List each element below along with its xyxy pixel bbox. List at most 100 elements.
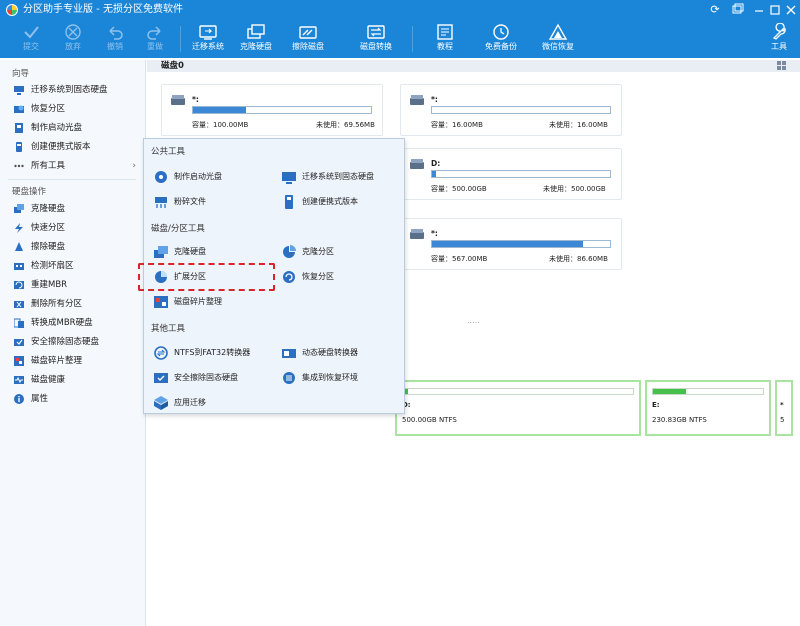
shred-icon bbox=[154, 195, 168, 209]
disk1-partition-d[interactable]: D: 500.00GB NTFS bbox=[395, 380, 641, 436]
delete-all-icon bbox=[14, 299, 24, 309]
partition-usage-bar bbox=[431, 240, 611, 248]
partition-disk-icon bbox=[410, 95, 424, 105]
title-bar: 分区助手专业版 - 无损分区免费软件 ⟳ bbox=[0, 0, 800, 20]
check-icon bbox=[20, 23, 42, 41]
sidebar-item-rebuild-mbr[interactable]: 重建MBR bbox=[10, 277, 140, 293]
sidebar-item-wipe-disk[interactable]: 擦除硬盘 bbox=[10, 239, 140, 255]
clone-disk-icon bbox=[245, 23, 267, 41]
other-tools-header: 其他工具 bbox=[151, 324, 186, 334]
secure-erase-icon bbox=[154, 371, 168, 385]
recover-partition-icon bbox=[14, 104, 24, 114]
disk1-partition-unalloc[interactable]: * 5 bbox=[775, 380, 793, 436]
chevron-right-icon: › bbox=[132, 161, 136, 171]
boot-disc-icon bbox=[14, 123, 24, 133]
recovery-env-icon bbox=[282, 371, 296, 385]
partition-usage-bar bbox=[431, 170, 611, 178]
window-title: 分区助手专业版 - 无损分区免费软件 bbox=[23, 4, 183, 15]
secure-erase-icon bbox=[14, 337, 24, 347]
bad-sector-icon bbox=[14, 261, 24, 271]
sidebar-item-migrate-os[interactable]: 迁移系统到固态硬盘 bbox=[10, 82, 140, 98]
sidebar-item-all-tools[interactable]: 所有工具 › bbox=[10, 158, 140, 174]
sidebar-item-secure-erase[interactable]: 安全擦除固态硬盘 bbox=[10, 334, 140, 350]
left-pane: 向导 迁移系统到固态硬盘 恢复分区 制作启动光盘 创建便携式版本 所有工具 › … bbox=[0, 60, 146, 626]
disk-convert-icon bbox=[365, 23, 387, 41]
migrate-os-button[interactable]: 迁移系统 bbox=[188, 21, 228, 57]
sidebar-item-quick-partition[interactable]: 快速分区 bbox=[10, 220, 140, 236]
partition-usage-fill bbox=[193, 107, 247, 113]
partition-card[interactable]: D: 容量：500.00GB 未使用：500.00GB bbox=[400, 148, 622, 200]
defrag-icon bbox=[154, 295, 168, 309]
app-migrate-icon bbox=[154, 396, 168, 410]
sidebar-item-clone-disk[interactable]: 克隆硬盘 bbox=[10, 201, 140, 217]
partition-usage-fill bbox=[653, 389, 686, 394]
defrag-icon bbox=[14, 356, 24, 366]
sidebar-item-defrag[interactable]: 磁盘碎片整理 bbox=[10, 353, 140, 369]
sidebar-item-properties[interactable]: 属性 bbox=[10, 391, 140, 407]
sidebar-item-disk-health[interactable]: 磁盘健康 bbox=[10, 372, 140, 388]
disk0-title: 磁盘0 bbox=[161, 61, 184, 71]
recover-partition-icon bbox=[282, 270, 296, 284]
toolbar-separator bbox=[180, 26, 181, 52]
discard-button[interactable]: 放弃 bbox=[56, 21, 90, 57]
restore-icon[interactable] bbox=[728, 2, 746, 18]
disk1-partition-e[interactable]: E: 230.83GB NTFS bbox=[645, 380, 771, 436]
tools-button[interactable]: 工具 bbox=[764, 21, 794, 57]
wipe-disk-icon bbox=[297, 23, 319, 41]
view-toggle-icon[interactable] bbox=[777, 61, 786, 70]
health-icon bbox=[14, 375, 24, 385]
pane-splitter[interactable]: ..... bbox=[467, 316, 480, 325]
recovery-icon bbox=[547, 23, 569, 41]
cancel-icon bbox=[62, 23, 84, 41]
partition-card[interactable]: *: 容量：567.00MB 未使用：86.60MB bbox=[400, 218, 622, 270]
ntfs-fat32-icon bbox=[154, 346, 168, 360]
undo-button[interactable]: 撤销 bbox=[98, 21, 132, 57]
sidebar-item-bad-sector[interactable]: 检测坏扇区 bbox=[10, 258, 140, 274]
submit-button[interactable]: 提交 bbox=[14, 21, 48, 57]
partition-usage-bar bbox=[652, 388, 764, 395]
partition-card[interactable]: *: 容量：16.00MB 未使用：16.00MB bbox=[400, 84, 622, 136]
clone-partition-icon bbox=[282, 245, 296, 259]
sidebar-item-convert-mbr[interactable]: 转换成MBR硬盘 bbox=[10, 315, 140, 331]
migrate-icon bbox=[282, 170, 296, 184]
dynamic-disk-icon bbox=[282, 346, 296, 360]
wizard-header: 向导 bbox=[12, 69, 30, 79]
clone-disk-button[interactable]: 克隆硬盘 bbox=[236, 21, 276, 57]
extend-partition-highlight bbox=[138, 263, 275, 291]
partition-card[interactable]: *: 容量：100.00MB 未使用：69.56MB bbox=[161, 84, 383, 136]
partition-disk-icon bbox=[410, 229, 424, 239]
free-backup-button[interactable]: 免费备份 bbox=[481, 21, 521, 57]
partition-disk-icon bbox=[410, 159, 424, 169]
convert-mbr-icon bbox=[14, 318, 24, 328]
tutorial-icon bbox=[434, 23, 456, 41]
sidebar-item-boot-disc[interactable]: 制作启动光盘 bbox=[10, 120, 140, 136]
boot-disc-icon bbox=[154, 170, 168, 184]
more-icon bbox=[14, 161, 24, 171]
disk-convert-button[interactable]: 磁盘转换 bbox=[356, 21, 396, 57]
disk-ops-header: 硬盘操作 bbox=[12, 187, 47, 197]
info-icon bbox=[14, 394, 24, 404]
disk-tools-header: 磁盘/分区工具 bbox=[151, 224, 205, 234]
sidebar-item-recover-partition[interactable]: 恢复分区 bbox=[10, 101, 140, 117]
sidebar-item-portable[interactable]: 创建便携式版本 bbox=[10, 139, 140, 155]
redo-button[interactable]: 重做 bbox=[138, 21, 172, 57]
sidebar-item-delete-all[interactable]: 删除所有分区 bbox=[10, 296, 140, 312]
partition-disk-icon bbox=[171, 95, 185, 105]
clone-icon bbox=[14, 204, 24, 214]
sidebar-divider bbox=[8, 179, 136, 180]
clone-disk-icon bbox=[154, 245, 168, 259]
quick-partition-icon bbox=[14, 223, 24, 233]
portable-icon bbox=[282, 195, 296, 209]
refresh-icon[interactable]: ⟳ bbox=[706, 2, 724, 18]
backup-icon bbox=[490, 23, 512, 41]
wipe-icon bbox=[14, 242, 24, 252]
wechat-recovery-button[interactable]: 微信恢复 bbox=[538, 21, 578, 57]
partition-usage-fill bbox=[432, 241, 584, 247]
app-logo-icon bbox=[6, 4, 18, 16]
wipe-disk-button[interactable]: 擦除磁盘 bbox=[288, 21, 328, 57]
toolbar: 提交 放弃 撤销 重做 迁移系统 克隆硬盘 擦除磁盘 磁盘转换 教程 免费备份 … bbox=[0, 20, 800, 58]
tutorial-button[interactable]: 教程 bbox=[428, 21, 462, 57]
rebuild-mbr-icon bbox=[14, 280, 24, 290]
disk0-header: 磁盘0 bbox=[147, 60, 800, 72]
close-icon[interactable] bbox=[782, 2, 800, 18]
